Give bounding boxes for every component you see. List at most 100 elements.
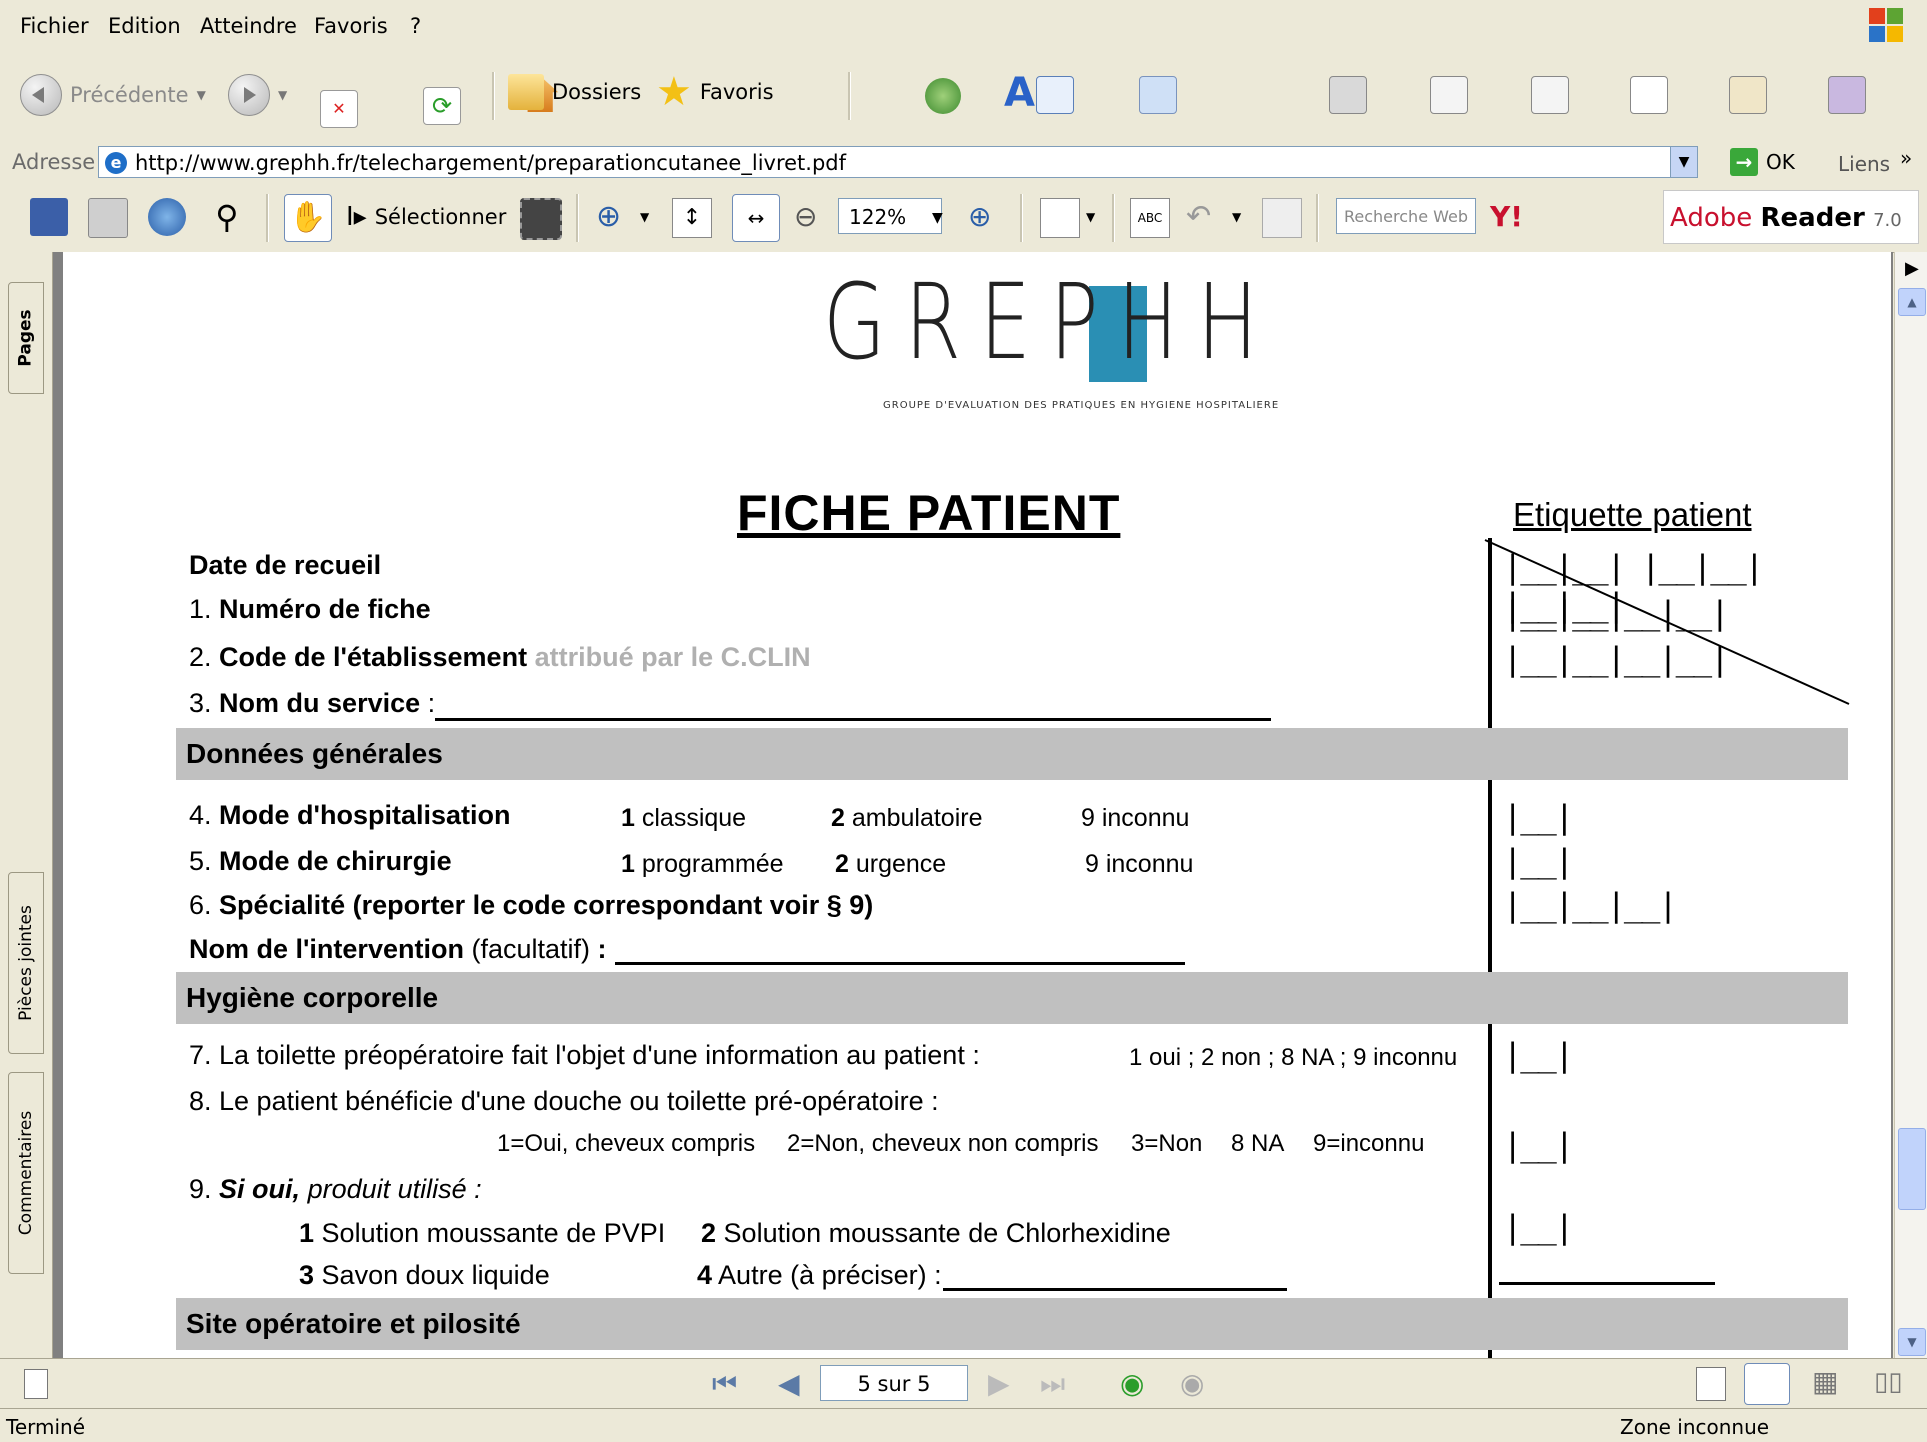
- q5-option-2-number: 2: [835, 850, 849, 878]
- previous-page-icon[interactable]: ◀: [778, 1367, 800, 1400]
- menu-atteindre[interactable]: Atteindre: [200, 14, 297, 38]
- chevron-down-icon[interactable]: ▼: [1086, 210, 1095, 224]
- page-number-input[interactable]: 5 sur 5: [820, 1365, 968, 1401]
- q4-line: 4. Mode d'hospitalisation: [189, 800, 510, 831]
- paste-icon[interactable]: [1728, 76, 1767, 114]
- q9-box: |__|: [1503, 1208, 1574, 1246]
- go-button[interactable]: → OK: [1730, 148, 1795, 176]
- edit-icon[interactable]: [1429, 76, 1468, 114]
- logo-subtitle: GROUPE D'EVALUATION DES PRATIQUES EN HYG…: [883, 400, 1280, 411]
- tab-attachments[interactable]: Pièces jointes: [8, 872, 44, 1054]
- next-page-icon[interactable]: ▶: [988, 1367, 1010, 1400]
- q6-line: 6. Spécialité (reporter le code correspo…: [189, 890, 873, 921]
- address-dropdown-icon[interactable]: ▼: [1670, 147, 1697, 177]
- page-navigation-bar: ⏮ ◀ 5 sur 5 ▶ ⏭ ◉ ◉ ▦ ▯▯: [0, 1358, 1927, 1409]
- print-icon[interactable]: [88, 198, 128, 238]
- email-icon[interactable]: [148, 198, 186, 236]
- intervention-line: Nom de l'intervention (facultatif) :: [189, 934, 607, 965]
- first-page-icon[interactable]: ⏮: [712, 1367, 737, 1401]
- open-window-icon[interactable]: [1036, 76, 1075, 114]
- chevron-down-icon[interactable]: ▼: [640, 210, 649, 224]
- q4-option-1-number: 1: [621, 804, 635, 832]
- q2-number: 2.: [189, 642, 212, 672]
- find-icon[interactable]: ⚲: [208, 198, 246, 236]
- q8-box: |__|: [1503, 1126, 1574, 1164]
- web-search-input[interactable]: Recherche Web: [1336, 198, 1476, 234]
- favorites-button[interactable]: ★ Favoris: [656, 72, 774, 112]
- last-page-icon[interactable]: ⏭: [1040, 1367, 1065, 1401]
- zoom-in-icon[interactable]: ⊕: [596, 198, 634, 236]
- go-label: OK: [1766, 150, 1795, 174]
- zoom-level-input[interactable]: 122%: [838, 198, 942, 234]
- other-product-line: [943, 1288, 1287, 1291]
- folders-button[interactable]: Dossiers: [508, 74, 641, 110]
- fit-width-icon[interactable]: ↔: [732, 194, 780, 242]
- stop-icon[interactable]: ✕: [320, 90, 358, 128]
- zoom-dropdown-icon[interactable]: ▼: [932, 210, 943, 226]
- yahoo-icon[interactable]: Y!: [1490, 200, 1523, 233]
- menu-favoris[interactable]: Favoris: [314, 14, 388, 38]
- continuous-facing-icon[interactable]: ▯▯: [1874, 1367, 1903, 1397]
- copy-icon[interactable]: [1629, 76, 1668, 114]
- single-page-icon[interactable]: [1696, 1367, 1726, 1401]
- back-button[interactable]: Précédente ▼: [20, 74, 206, 116]
- facing-page-icon[interactable]: ▦: [1812, 1365, 1838, 1398]
- menu-edition[interactable]: Edition: [108, 14, 181, 38]
- select-tool-button[interactable]: I▸ Sélectionner: [346, 202, 506, 232]
- scroll-thumb[interactable]: [1898, 1128, 1926, 1210]
- chevron-right-icon[interactable]: »: [1900, 146, 1912, 170]
- expand-panel-icon[interactable]: ▶: [1905, 258, 1919, 279]
- vertical-scrollbar[interactable]: ▶ ▲ ▼: [1894, 252, 1927, 1358]
- security-zone: Zone inconnue: [1620, 1415, 1770, 1439]
- fit-page-icon[interactable]: ↕: [672, 198, 712, 238]
- forward-button[interactable]: ▼: [228, 74, 287, 116]
- scroll-down-icon[interactable]: ▼: [1898, 1328, 1926, 1356]
- q9-option-3-label: Savon doux liquide: [321, 1260, 550, 1290]
- go-back-view-icon[interactable]: ◉: [1120, 1367, 1144, 1400]
- address-input[interactable]: e http://www.grephh.fr/telechargement/pr…: [98, 146, 1698, 178]
- q5-number: 5.: [189, 846, 212, 876]
- tab-pages[interactable]: Pages: [8, 282, 44, 394]
- copy-icon[interactable]: [1262, 198, 1302, 238]
- refresh-icon[interactable]: ⟳: [423, 87, 462, 125]
- snapshot-icon[interactable]: [520, 198, 562, 240]
- discuss-icon[interactable]: [1530, 76, 1569, 114]
- label-column-divider: [1488, 538, 1492, 1358]
- scroll-up-icon[interactable]: ▲: [1898, 288, 1926, 316]
- print-icon[interactable]: [1328, 76, 1367, 114]
- font-size-icon[interactable]: A: [1004, 70, 1035, 116]
- menu-fichier[interactable]: Fichier: [20, 14, 89, 38]
- spellcheck-icon[interactable]: ABC: [1130, 198, 1170, 238]
- research-icon[interactable]: [1828, 76, 1867, 114]
- tab-comments-label: Commentaires: [16, 1110, 36, 1236]
- q3-line: 3. Nom du service :: [189, 688, 435, 719]
- hand-tool-icon[interactable]: ✋: [284, 194, 332, 242]
- undo-icon[interactable]: ↶: [1186, 198, 1224, 236]
- links-button[interactable]: Liens: [1838, 152, 1890, 176]
- go-forward-view-icon[interactable]: ◉: [1180, 1367, 1204, 1400]
- chevron-down-icon: ▼: [196, 88, 206, 102]
- zoom-in-small-icon[interactable]: ⊕: [968, 198, 1006, 236]
- continuous-page-icon[interactable]: [1744, 1363, 1790, 1405]
- q5-option-1: 1 programmée: [621, 850, 784, 879]
- zoom-out-icon[interactable]: ⊖: [794, 198, 832, 236]
- logo-text: GREPHH: [823, 261, 1277, 383]
- rotate-pages-icon[interactable]: [1040, 198, 1080, 238]
- menu-help[interactable]: ?: [410, 14, 421, 38]
- q5-option-2: 2 urgence: [835, 850, 946, 879]
- q9-option-2-label: Solution moussante de Chlorhexidine: [723, 1218, 1171, 1248]
- history-icon[interactable]: [925, 78, 962, 114]
- q9-option-4: 4 Autre (à préciser) :: [697, 1260, 942, 1291]
- save-icon[interactable]: [30, 198, 68, 236]
- mail-icon[interactable]: [1139, 76, 1178, 114]
- tab-attachments-label: Pièces jointes: [16, 905, 37, 1021]
- page-layout-icon[interactable]: [24, 1369, 48, 1399]
- q4-option-3: 9 inconnu: [1081, 804, 1190, 832]
- browser-toolbar: Précédente ▼ ▼ ✕ ⟳ Dossiers ★ Favoris A: [0, 50, 1927, 143]
- q4-number: 4.: [189, 800, 212, 830]
- q4-option-1-label: classique: [641, 804, 747, 832]
- chevron-down-icon[interactable]: ▼: [1232, 210, 1241, 224]
- tab-comments[interactable]: Commentaires: [8, 1072, 44, 1274]
- ie-page-icon: e: [105, 152, 127, 174]
- q9-option-3-number: 3: [299, 1260, 315, 1290]
